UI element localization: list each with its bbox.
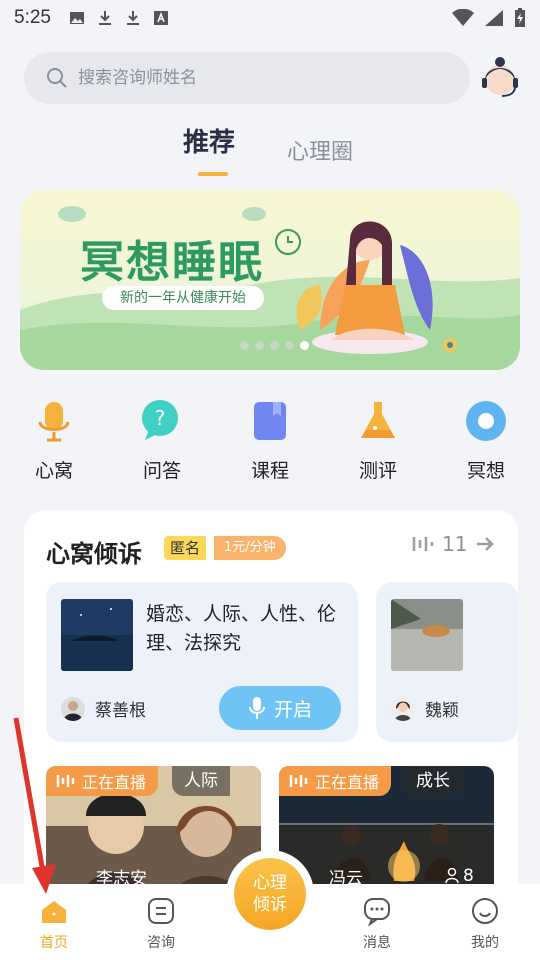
image-icon [69, 12, 84, 24]
microphone-icon [248, 697, 265, 719]
open-button-label: 开启 [273, 698, 312, 721]
search-bar[interactable] [24, 52, 470, 104]
listener-name: 蔡善根 [95, 701, 146, 721]
live-bars-icon [289, 775, 308, 787]
svg-text:?: ? [155, 406, 166, 430]
listener-name: 魏颖 [425, 701, 459, 721]
live-badge-label: 正在直播 [82, 773, 147, 792]
center-button-line1: 心理 [253, 873, 287, 893]
listener-card[interactable]: 婚恋、人际、人性、伦理、法探究 蔡善根 开启 [46, 582, 358, 742]
pagination-dot-active [300, 341, 309, 350]
search-icon [47, 68, 67, 88]
avatar [391, 696, 415, 721]
category-label: 心窝 [34, 460, 73, 482]
listener-person: 魏颖 [391, 696, 459, 721]
promo-banner[interactable]: 冥想睡眠 新的一年从健康开始 [20, 190, 520, 370]
category-xinwo[interactable]: 心窝 [14, 398, 94, 483]
category-label: 测评 [358, 460, 397, 482]
category-meditation[interactable]: 冥想 [446, 398, 526, 483]
microphone-icon [38, 402, 70, 442]
pagination-dot [240, 341, 249, 350]
tab-active-indicator [198, 172, 228, 176]
nav-messages[interactable]: 消息 [347, 896, 407, 952]
category-qa[interactable]: ? 问答 [122, 398, 202, 483]
center-button-face: 心理 倾诉 [234, 858, 306, 930]
banner-pagination [240, 341, 309, 350]
listener-thumbnail [61, 599, 133, 671]
listener-count: 11 [442, 532, 468, 556]
nav-consult[interactable]: 咨询 [131, 896, 191, 952]
pagination-dot [255, 341, 264, 350]
download-icon [98, 11, 111, 25]
tab-psychology-circle[interactable]: 心理圈 [287, 134, 353, 166]
center-confide-button[interactable]: 心理 倾诉 [226, 850, 314, 938]
category-label: 冥想 [466, 460, 505, 482]
flask-icon [361, 402, 395, 438]
question-bubble-icon: ? [142, 400, 178, 440]
category-row: 心窝 ? 问答 课程 测评 冥想 [0, 398, 540, 490]
pagination-dot [285, 341, 294, 350]
annotation-arrow-icon [13, 717, 56, 894]
nav-home[interactable]: 首页 [24, 896, 84, 952]
viewer-count-value: 8 [463, 866, 474, 886]
banner-subtitle: 新的一年从健康开始 [102, 286, 264, 310]
category-course[interactable]: 课程 [230, 398, 310, 483]
nav-label: 首页 [40, 935, 68, 951]
viewer-count: 8 [445, 866, 474, 886]
battery-icon [515, 8, 525, 27]
xinwo-card: 心窝倾诉 匿名 1元/分钟 11 婚恋、人际、人性、伦理、法探究 蔡善根 开启 … [24, 510, 518, 900]
audio-bars-icon [412, 537, 434, 551]
nav-profile[interactable]: 我的 [455, 896, 515, 952]
listener-thumbnail [391, 599, 463, 671]
card-title: 心窝倾诉 [46, 540, 142, 568]
banner-title: 冥想睡眠 [80, 237, 264, 288]
consult-icon [148, 898, 174, 924]
category-label: 问答 [142, 460, 181, 482]
listener-card[interactable]: 魏颖 [376, 582, 518, 742]
home-icon [42, 901, 66, 923]
search-input[interactable] [78, 68, 438, 88]
anonymous-tag: 匿名 [164, 536, 207, 560]
nav-label: 咨询 [147, 935, 175, 951]
arrow-right-icon [477, 537, 495, 551]
status-bar: 5:25 [0, 0, 540, 36]
font-a-icon [153, 11, 168, 25]
listener-topics: 婚恋、人际、人性、伦理、法探究 [146, 603, 337, 654]
wifi-icon [452, 9, 474, 26]
price-tag: 1元/分钟 [214, 536, 286, 560]
live-topic-tag: 成长 [404, 766, 462, 796]
nav-label: 消息 [363, 935, 391, 951]
category-test[interactable]: 测评 [338, 398, 418, 483]
live-topic-tag: 人际 [172, 766, 230, 796]
message-icon [364, 898, 390, 926]
status-time: 5:25 [14, 7, 51, 28]
tab-bar: 推荐 心理圈 [0, 122, 540, 182]
person-icon [445, 868, 459, 884]
book-icon [254, 402, 286, 440]
pagination-dot [270, 341, 279, 350]
customer-service-avatar-icon[interactable] [478, 56, 522, 100]
live-badge: 正在直播 [279, 766, 392, 796]
nav-label: 我的 [471, 935, 499, 951]
profile-icon [472, 898, 498, 924]
center-button-line2: 倾诉 [253, 895, 287, 915]
open-button[interactable]: 开启 [219, 686, 341, 730]
live-badge-label: 正在直播 [315, 773, 380, 792]
more-link[interactable]: 11 [412, 532, 495, 556]
signal-icon [485, 10, 503, 26]
tab-recommend[interactable]: 推荐 [183, 122, 235, 159]
meditation-disc-icon [466, 401, 506, 441]
download-icon [126, 11, 139, 25]
category-label: 课程 [250, 460, 289, 482]
